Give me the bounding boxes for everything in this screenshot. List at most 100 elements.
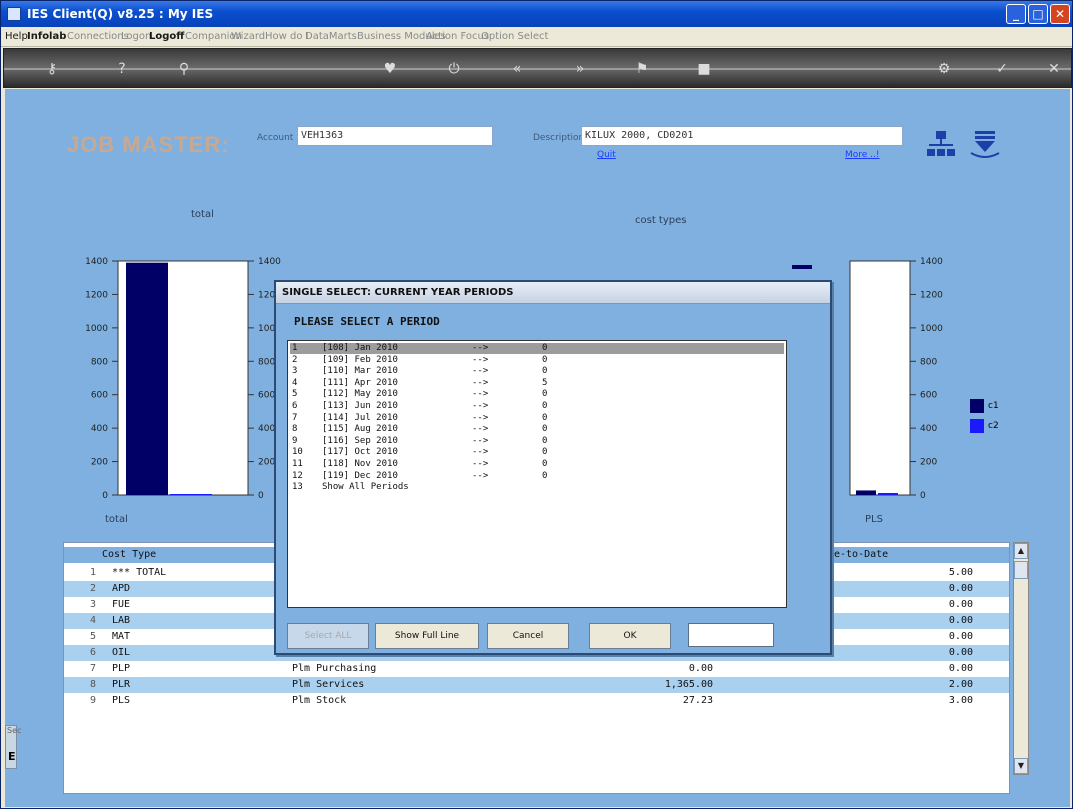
period-list-item[interactable]: 1 [108] Jan 2010 --> 0 [290, 343, 784, 354]
period-label: [115] Aug 2010 [322, 424, 398, 435]
grid-scrollbar[interactable]: ▲ ▼ [1013, 542, 1029, 775]
period-list-item[interactable]: 7 [114] Jul 2010 --> 0 [290, 413, 784, 424]
stop-icon[interactable]: ■ [694, 59, 714, 79]
left-y2-tick-label: 0 [258, 491, 264, 501]
description-label: Description [533, 133, 585, 143]
left-y-tick-label: 200 [91, 458, 108, 468]
menu-item[interactable]: How do I [265, 31, 309, 42]
check-icon[interactable]: ✓ [992, 59, 1012, 79]
hierarchy-icon[interactable] [925, 129, 957, 161]
menu-item[interactable]: Action Focus [426, 31, 489, 42]
heart-icon[interactable]: ♥ [380, 59, 400, 79]
side-tab[interactable]: Sec E [5, 725, 21, 769]
legend-label: c2 [988, 421, 999, 431]
description-field[interactable]: KILUX 2000, CD0201 [581, 126, 903, 146]
period-label: [109] Feb 2010 [322, 354, 398, 365]
period-count: 0 [542, 470, 548, 481]
download-icon[interactable] [969, 129, 1001, 161]
period-label: [112] May 2010 [322, 389, 398, 400]
menu-item[interactable]: Wizard [231, 31, 265, 42]
period-count: 5 [542, 377, 548, 388]
period-list-item[interactable]: 3 [110] Mar 2010 --> 0 [290, 366, 784, 377]
power-icon[interactable]: ⏻ [444, 59, 464, 79]
period-list-item[interactable]: 8 [115] Aug 2010 --> 0 [290, 424, 784, 435]
close-window-button[interactable]: ✕ [1050, 4, 1070, 24]
rewind-icon[interactable]: « [507, 59, 527, 79]
period-arrow: --> [472, 447, 489, 458]
period-list-item[interactable]: 12 [119] Dec 2010 --> 0 [290, 471, 784, 482]
settings-icon[interactable]: ⚙ [934, 59, 954, 79]
search-icon[interactable]: ⚲ [174, 59, 194, 79]
dialog-prompt: PLEASE SELECT A PERIOD [294, 315, 440, 328]
account-label: Account [257, 133, 294, 143]
period-list-item[interactable]: 2 [109] Feb 2010 --> 0 [290, 355, 784, 366]
period-select-dialog: SINGLE SELECT: CURRENT YEAR PERIODS PLEA… [274, 280, 832, 655]
period-list-item[interactable]: 5 [112] May 2010 --> 0 [290, 389, 784, 400]
main-toolbar: ⚷ ? ⚲ ♥ ⏻ « » ⚑ ■ ⚙ ✓ ✕ [3, 48, 1072, 88]
period-arrow: --> [472, 377, 489, 388]
help-icon[interactable]: ? [112, 59, 132, 79]
show-full-line-button[interactable]: Show Full Line [375, 623, 479, 649]
flag-icon[interactable]: ⚑ [632, 59, 652, 79]
minimize-button[interactable]: _ [1006, 4, 1026, 24]
fast-forward-icon[interactable]: » [570, 59, 590, 79]
right-y-tick-label: 1200 [920, 290, 943, 300]
menu-item[interactable]: Option Select [481, 31, 548, 42]
period-list-item[interactable]: 4 [111] Apr 2010 --> 5 [290, 378, 784, 389]
period-number: 5 [292, 389, 298, 400]
scroll-thumb[interactable] [1014, 561, 1028, 579]
maximize-button[interactable]: □ [1028, 4, 1048, 24]
ytd-amount: 0.00 [948, 631, 973, 642]
select-all-button[interactable]: Select ALL [287, 623, 369, 649]
period-arrow: --> [472, 354, 489, 365]
cost-amount: 0.00 [688, 663, 713, 674]
ytd-amount: 0.00 [948, 647, 973, 658]
menu-item[interactable]: Infolab [27, 31, 66, 42]
table-row[interactable]: 7 PLP Plm Purchasing 0.00 0.00 [64, 661, 1009, 677]
period-arrow: --> [472, 401, 489, 411]
selection-input[interactable] [688, 623, 774, 647]
left-y2-tick-label: 800 [258, 357, 275, 367]
right-bar-edge [792, 265, 812, 269]
period-list-item[interactable]: 10 [117] Oct 2010 --> 0 [290, 447, 784, 458]
scroll-down-icon[interactable]: ▼ [1014, 758, 1028, 774]
ytd-amount: 3.00 [948, 695, 973, 706]
quit-link[interactable]: Quit [597, 150, 616, 160]
menu-item[interactable]: Logon [121, 31, 151, 42]
period-number: 7 [292, 412, 298, 423]
table-row[interactable]: 9 PLS Plm Stock 27.23 3.00 [64, 693, 1009, 709]
ok-button[interactable]: OK [589, 623, 671, 649]
left-y2-tick-label: 400 [258, 424, 275, 434]
scroll-up-icon[interactable]: ▲ [1014, 543, 1028, 559]
right-y-tick-label: 1000 [920, 324, 943, 334]
period-label: [113] Jun 2010 [322, 401, 398, 411]
period-list[interactable]: 1 [108] Jan 2010 --> 0 2 [109] Feb 2010 --> 0 3 [… [287, 340, 787, 608]
more-link[interactable]: More ..! [845, 150, 880, 160]
period-count: 0 [542, 389, 548, 400]
period-count: 0 [542, 343, 548, 353]
period-label: Show All Periods [322, 482, 409, 493]
ytd-amount: 0.00 [948, 615, 973, 626]
left-bar-c2 [170, 494, 212, 495]
menu-item[interactable]: DataMarts [305, 31, 357, 42]
period-list-item[interactable]: 13 Show All Periods [290, 482, 784, 493]
account-field[interactable]: VEH1363 [297, 126, 493, 146]
period-number: 2 [292, 354, 298, 365]
cancel-button[interactable]: Cancel [487, 623, 569, 649]
row-number: 4 [90, 615, 97, 626]
period-list-item[interactable]: 11 [118] Nov 2010 --> 0 [290, 459, 784, 470]
left-y2-tick-label: 600 [258, 391, 275, 401]
exit-icon[interactable]: ✕ [1044, 59, 1064, 79]
menu-item[interactable]: Help [5, 31, 28, 42]
key-icon[interactable]: ⚷ [42, 59, 62, 79]
period-number: 12 [292, 470, 303, 481]
table-row[interactable]: 8 PLR Plm Services 1,365.00 2.00 [64, 677, 1009, 693]
menu-item[interactable]: Logoff [149, 31, 184, 42]
period-list-item[interactable]: 6 [113] Jun 2010 --> 0 [290, 401, 784, 412]
period-list-item[interactable]: 9 [116] Sep 2010 --> 0 [290, 436, 784, 447]
row-number: 2 [90, 583, 97, 594]
period-count: 0 [542, 424, 548, 435]
right-chart-title: cost types [635, 215, 687, 226]
ytd-amount: 2.00 [948, 679, 973, 690]
menu-item[interactable]: Connections [67, 31, 129, 42]
